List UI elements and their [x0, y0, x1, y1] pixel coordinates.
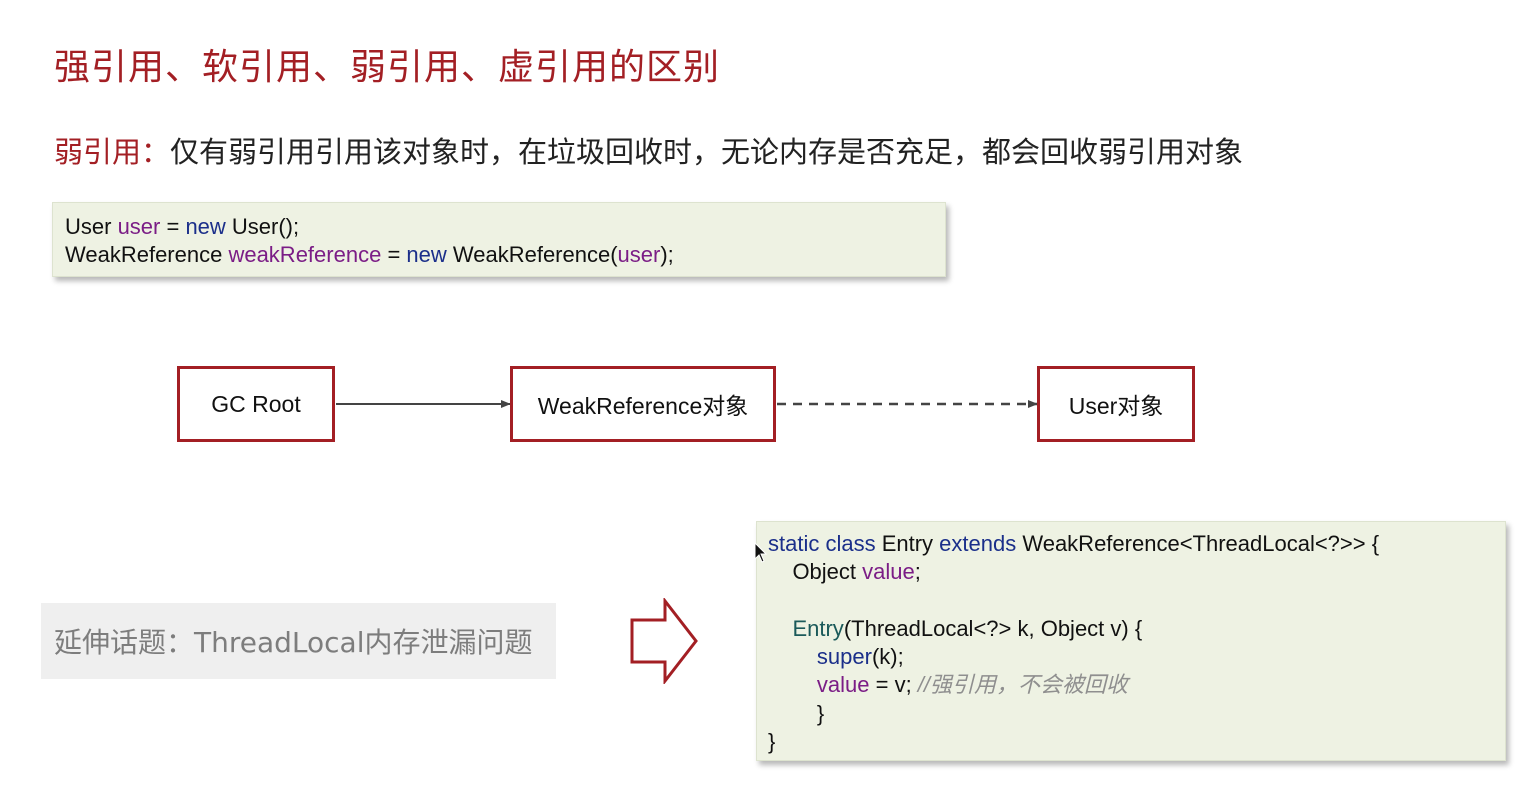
code-token: WeakReference<ThreadLocal<?>> {: [1016, 531, 1380, 556]
code-line-8: }: [768, 729, 776, 755]
code-line-6: value = v; //强引用，不会被回收: [768, 671, 1505, 699]
code-token: Entry: [792, 615, 844, 641]
code-line-7: }: [768, 700, 825, 726]
code-token: value: [862, 559, 915, 585]
code-token: (ThreadLocal<?> k, Object v) {: [843, 615, 1143, 641]
code-token: extends: [939, 531, 1017, 556]
code-token: Entry: [875, 531, 940, 556]
gc-root-node: GC Root: [177, 366, 335, 442]
code-token: value: [816, 672, 870, 698]
code-token: super: [816, 644, 872, 670]
code-token: = v;: [869, 672, 918, 698]
weak-reference-object-node: WeakReference对象: [510, 366, 776, 442]
code-token: ;: [914, 559, 921, 585]
code-token: static class: [768, 531, 876, 556]
code-line-1: static class Entry extends WeakReference…: [768, 530, 1505, 558]
code-line-5: super(k);: [768, 643, 1505, 671]
extension-topic-box: 延伸话题：ThreadLocal内存泄漏问题: [41, 603, 556, 679]
user-object-node: User对象: [1037, 366, 1195, 442]
code-token: Object: [768, 559, 863, 585]
code-token: (k);: [871, 644, 904, 670]
code-line-2: Object value;: [768, 558, 1505, 586]
code-comment: //强引用，不会被回收: [917, 672, 1129, 698]
right-arrow-icon: [630, 598, 698, 684]
code-sample-threadlocal-entry: static class Entry extends WeakReference…: [756, 521, 1506, 761]
code-line-4: Entry(ThreadLocal<?> k, Object v) {: [768, 615, 1505, 643]
mouse-pointer-icon: [754, 542, 768, 563]
